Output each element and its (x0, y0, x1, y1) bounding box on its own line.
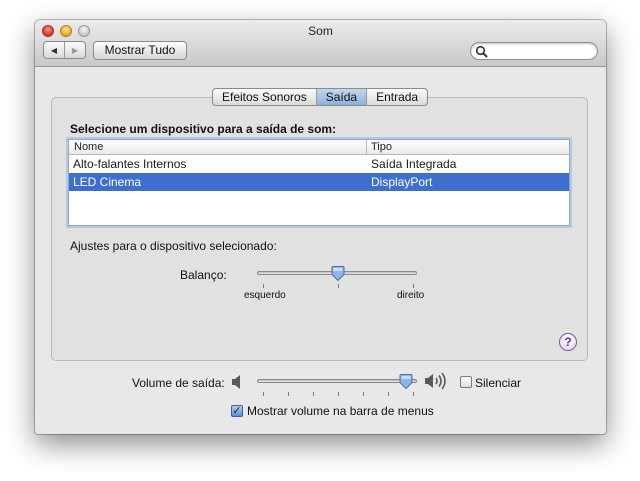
device-name: LED Cinema (73, 175, 142, 189)
navigation-buttons: ◀ ▶ (43, 41, 86, 59)
back-button[interactable]: ◀ (44, 42, 65, 58)
balance-left-label: esquerdo (244, 290, 286, 301)
table-row[interactable]: Alto-falantes Internos Saída Integrada (69, 155, 569, 173)
device-type: Saída Integrada (371, 157, 457, 171)
volume-tick (263, 392, 264, 396)
column-header-name[interactable]: Nome (74, 141, 103, 153)
mute-label: Silenciar (475, 376, 522, 390)
search-icon (475, 45, 488, 58)
device-type: DisplayPort (371, 175, 433, 189)
balance-tick (338, 284, 339, 288)
speaker-high-icon (425, 372, 446, 390)
column-header-type[interactable]: Tipo (371, 141, 392, 153)
volume-tick (413, 392, 414, 396)
balance-slider-thumb[interactable] (331, 266, 345, 281)
tab-input[interactable]: Entrada (366, 89, 427, 105)
show-all-button[interactable]: Mostrar Tudo (93, 41, 187, 60)
mute-checkbox[interactable] (460, 376, 472, 388)
window-title: Som (308, 24, 333, 38)
column-divider (366, 140, 367, 154)
output-device-table[interactable]: Nome Tipo Alto-falantes Internos Saída I… (68, 139, 570, 226)
volume-slider-thumb[interactable] (399, 374, 413, 389)
volume-tick (288, 392, 289, 396)
help-button[interactable]: ? (559, 333, 577, 351)
show-volume-in-menubar-checkbox[interactable]: ✓ (231, 405, 243, 417)
output-volume-label: Volume de saída: (132, 376, 225, 390)
device-settings-heading: Ajustes para o dispositivo selecionado: (70, 239, 277, 253)
volume-tick (388, 392, 389, 396)
settings-panel (51, 97, 588, 361)
search-field[interactable] (470, 42, 598, 60)
balance-tick (263, 284, 264, 288)
title-bar: Som ◀ ▶ Mostrar Tudo (35, 20, 606, 67)
volume-tick (338, 392, 339, 396)
device-name: Alto-falantes Internos (73, 157, 187, 171)
volume-tick (313, 392, 314, 396)
balance-label: Balanço: (180, 268, 227, 282)
tab-bar: Efeitos Sonoros Saída Entrada (212, 88, 429, 106)
balance-right-label: direito (397, 290, 425, 301)
balance-tick (413, 284, 414, 288)
speaker-low-icon (232, 375, 240, 389)
table-row-selected[interactable]: LED Cinema DisplayPort (69, 173, 569, 191)
back-arrow-icon: ◀ (50, 45, 58, 55)
forward-arrow-icon: ▶ (71, 45, 79, 55)
tab-output[interactable]: Saída (315, 89, 367, 105)
output-device-heading: Selecione um dispositivo para a saída de… (70, 122, 337, 136)
volume-tick (363, 392, 364, 396)
forward-button[interactable]: ▶ (65, 42, 85, 58)
show-volume-in-menubar-label: Mostrar volume na barra de menus (247, 404, 434, 418)
volume-slider-track[interactable] (257, 379, 417, 383)
sound-preferences-window: Som ◀ ▶ Mostrar Tudo Efeitos Sonoros Saí… (35, 20, 606, 434)
tab-sound-effects[interactable]: Efeitos Sonoros (213, 89, 316, 105)
table-header: Nome Tipo (69, 140, 569, 155)
